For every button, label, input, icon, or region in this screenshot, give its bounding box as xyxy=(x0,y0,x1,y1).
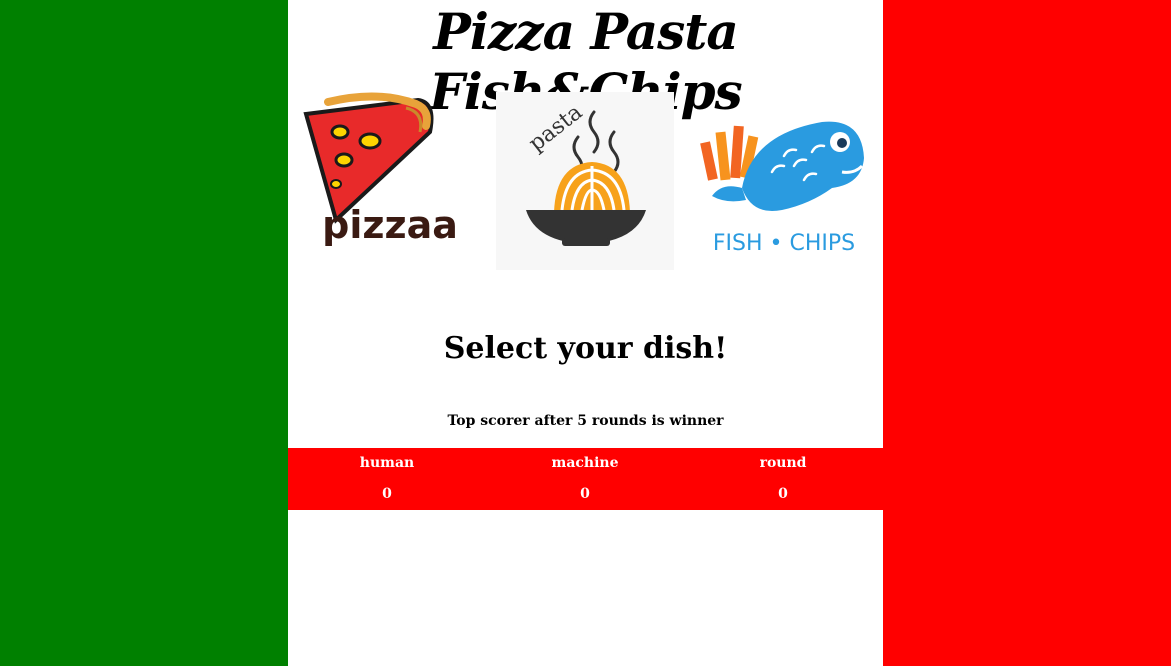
fish-chips-choice-button[interactable]: FISH • CHIPS xyxy=(692,92,870,270)
rules-text: Top scorer after 5 rounds is winner xyxy=(447,413,724,429)
pasta-logo-icon: pasta xyxy=(524,100,646,246)
fish-chips-label: FISH • CHIPS xyxy=(713,231,855,256)
scoreboard: human 0 machine 0 round 0 xyxy=(288,448,883,510)
human-score-column: human 0 xyxy=(288,448,486,510)
machine-score-label: machine xyxy=(551,455,619,471)
round-column: round 0 xyxy=(684,448,882,510)
flag-green-panel xyxy=(0,0,288,666)
dish-options: pizzaa pasta FISH • CHIPS xyxy=(288,92,883,272)
pasta-label: pasta xyxy=(524,100,587,157)
round-value: 0 xyxy=(778,486,788,502)
round-label: round xyxy=(759,455,807,471)
pasta-choice-button[interactable]: pasta xyxy=(496,92,674,270)
pizza-choice-button[interactable]: pizzaa xyxy=(298,92,476,270)
game-panel: Pizza Pasta Fish&Chips pizzaa pasta xyxy=(288,0,883,666)
flag-red-panel xyxy=(883,0,1171,666)
machine-score-value: 0 xyxy=(580,486,590,502)
pizza-label: pizzaa xyxy=(322,203,458,247)
pizza-logo-icon: pizzaa xyxy=(303,92,458,247)
human-score-value: 0 xyxy=(382,486,392,502)
machine-score-column: machine 0 xyxy=(486,448,684,510)
human-score-label: human xyxy=(359,455,415,471)
fish-chips-logo-icon: FISH • CHIPS xyxy=(700,121,864,256)
select-dish-prompt: Select your dish! xyxy=(443,331,728,366)
